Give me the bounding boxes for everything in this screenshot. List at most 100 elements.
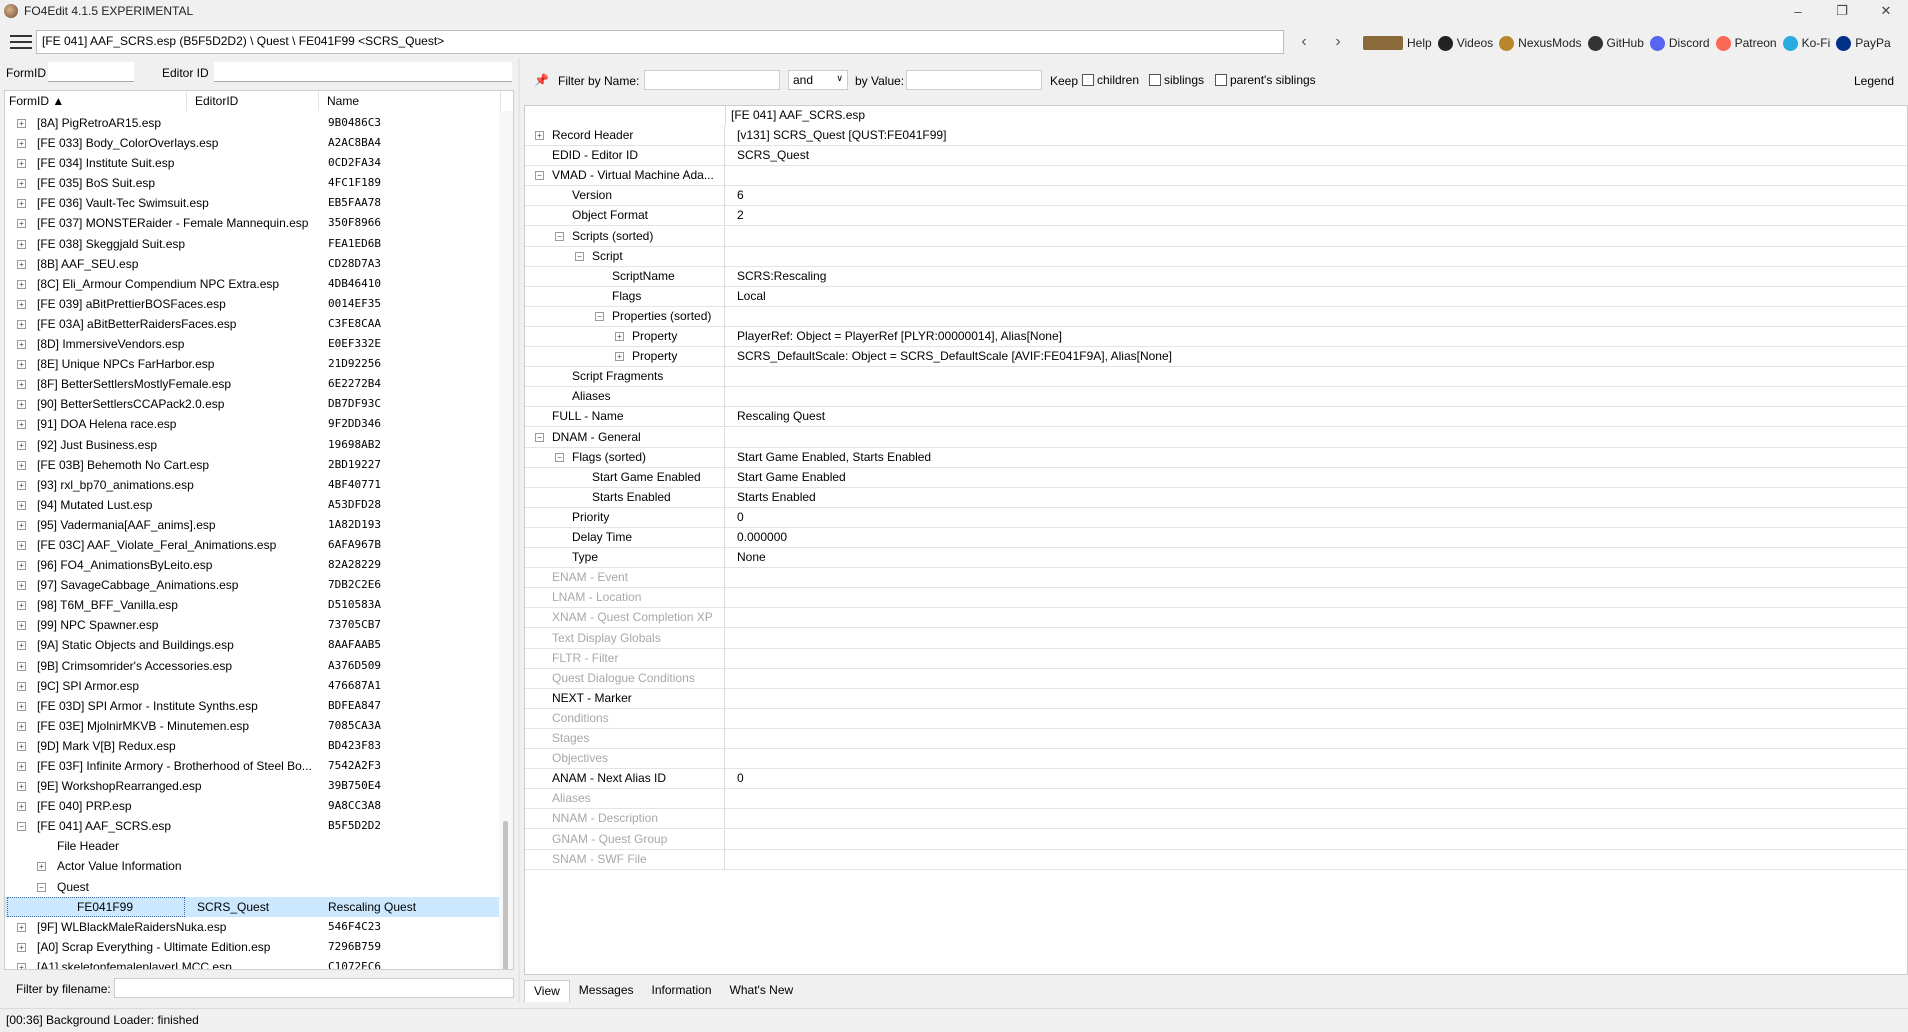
path-input[interactable]: [FE 041] AAF_SCRS.esp (B5F5D2D2) \ Quest… (36, 30, 1284, 54)
tree-row[interactable]: + [FE 03D] SPI Armor - Institute Synths.e… (5, 696, 501, 716)
github-link[interactable]: GitHub (1587, 35, 1644, 51)
expand-icon[interactable]: + (17, 641, 26, 651)
tree-row[interactable]: + [8B] AAF_SEU.esp CD28D7A3 (5, 254, 501, 274)
expand-icon[interactable]: + (17, 139, 26, 149)
record-row[interactable]: LNAM - Location (525, 588, 1907, 609)
tree-row[interactable]: + [9E] WorkshopRearranged.esp 39B750E4 (5, 776, 501, 796)
collapse-icon[interactable]: − (595, 311, 604, 321)
expand-icon[interactable]: + (17, 119, 26, 128)
record-row[interactable]: Aliases (525, 387, 1907, 408)
tree-row[interactable]: + [FE 03E] MjolnirMKVB - Minutemen.esp 708… (5, 716, 501, 736)
tree-row[interactable]: + [9C] SPI Armor.esp 476687A1 (5, 676, 501, 696)
record-row[interactable]: SNAM - SWF File (525, 849, 1907, 870)
restore-icon[interactable]: ❐ (1820, 0, 1864, 22)
expand-icon[interactable]: + (17, 340, 26, 350)
record-row[interactable]: Aliases (525, 789, 1907, 810)
tab-view[interactable]: View (524, 980, 570, 1002)
tree-row[interactable]: + [FE 040] PRP.esp 9A8CC3A8 (5, 796, 501, 816)
record-row[interactable]: − VMAD - Virtual Machine Ada... (525, 166, 1907, 187)
record-value[interactable]: Local (737, 287, 766, 306)
tree-row[interactable]: + [FE 037] MONSTERaider - Female Mannequi… (5, 213, 501, 233)
expand-icon[interactable]: + (615, 352, 624, 362)
record-value[interactable]: [v131] SCRS_Quest [QUST:FE041F99] (737, 126, 946, 145)
collapse-icon[interactable]: − (535, 171, 544, 181)
record-row[interactable]: FULL - Name Rescaling Quest (525, 407, 1907, 428)
expand-icon[interactable]: + (17, 199, 26, 209)
expand-icon[interactable]: + (17, 942, 26, 952)
record-row[interactable]: − Flags (sorted) Start Game Enabled, Start… (525, 447, 1907, 468)
tree-row[interactable]: + [95] Vadermania[AAF_anims].esp 1A82D193 (5, 515, 501, 535)
record-row[interactable]: Script Fragments (525, 367, 1907, 388)
expand-icon[interactable]: + (17, 762, 26, 771)
tree-row[interactable]: + [8F] BetterSettlersMostlyFemale.esp 6E22… (5, 374, 501, 394)
tree-row[interactable]: + [FE 03C] AAF_Violate_Feral_Animations.e… (5, 535, 501, 555)
tree-row[interactable]: + [FE 034] Institute Suit.esp 0CD2FA34 (5, 153, 501, 173)
record-value[interactable]: Starts Enabled (737, 488, 816, 507)
tree-row-selected[interactable]: FE041F99 SCRS_Quest Rescaling Quest (5, 896, 501, 917)
minimize-icon[interactable]: – (1776, 0, 1820, 22)
record-row[interactable]: Object Format 2 (525, 206, 1907, 227)
record-row[interactable]: Delay Time 0.000000 (525, 528, 1907, 548)
tree-row[interactable]: + [8D] ImmersiveVendors.esp E0EF332E (5, 334, 501, 354)
tree-row[interactable]: + [9A] Static Objects and Buildings.esp 8A… (5, 635, 501, 655)
record-value[interactable]: 0 (737, 508, 744, 527)
record-row[interactable]: Start Game Enabled Start Game Enabled (525, 467, 1907, 488)
record-row[interactable]: XNAM - Quest Completion XP (525, 608, 1907, 629)
expand-icon[interactable]: + (17, 239, 26, 249)
record-row[interactable]: + Property PlayerRef: Object = PlayerRef [… (525, 327, 1907, 347)
column-name[interactable]: Name (319, 91, 501, 111)
expand-icon[interactable]: + (17, 279, 26, 289)
tree-row[interactable]: + [8E] Unique NPCs FarHarbor.esp 21D92256 (5, 354, 501, 374)
tree-row[interactable]: + [FE 036] Vault-Tec Swimsuit.esp EB5FAA78 (5, 193, 501, 213)
expand-icon[interactable]: + (17, 259, 26, 269)
record-row[interactable]: ANAM - Next Alias ID 0 (525, 769, 1907, 790)
tab-information[interactable]: Information (642, 980, 721, 1002)
back-arrow-icon[interactable]: ‹ (1294, 33, 1314, 51)
tree-row[interactable]: + [FE 03A] aBitBetterRaidersFaces.esp C3FE… (5, 314, 501, 334)
expand-icon[interactable]: + (17, 500, 26, 510)
record-row[interactable]: ScriptName SCRS:Rescaling (525, 266, 1907, 287)
tree-row[interactable]: + [FE 039] aBitPrettierBOSFaces.esp 0014EF… (5, 294, 501, 314)
splitter[interactable] (518, 58, 520, 1002)
paypa-link[interactable]: PayPa (1836, 35, 1891, 51)
collapse-icon[interactable]: − (535, 432, 544, 442)
patreon-link[interactable]: Patreon (1715, 35, 1777, 51)
and-or-select[interactable]: and ∨ (788, 70, 848, 90)
record-value[interactable]: PlayerRef: Object = PlayerRef [PLYR:0000… (737, 327, 1062, 346)
expand-icon[interactable]: + (17, 420, 26, 430)
record-row[interactable]: Priority 0 (525, 507, 1907, 528)
parents-siblings-checkbox[interactable]: parent's siblings (1215, 73, 1316, 87)
tree-row[interactable]: + [90] BetterSettlersCCAPack2.0.esp DB7DF9… (5, 394, 501, 414)
children-checkbox[interactable]: children (1082, 73, 1139, 87)
record-value[interactable]: 0 (737, 769, 744, 788)
expand-icon[interactable]: + (17, 520, 26, 530)
record-row[interactable]: NEXT - Marker (525, 688, 1907, 709)
record-value[interactable]: Start Game Enabled (737, 468, 846, 487)
tree-row[interactable]: + [92] Just Business.esp 19698AB2 (5, 435, 501, 455)
discord-link[interactable]: Discord (1649, 35, 1710, 51)
close-icon[interactable]: ✕ (1864, 0, 1908, 22)
column-editorid[interactable]: EditorID (187, 91, 319, 111)
expand-icon[interactable]: + (17, 380, 26, 390)
record-value[interactable]: 6 (737, 186, 744, 205)
expand-icon[interactable]: + (17, 360, 26, 370)
tree-node-quest[interactable]: − Quest (5, 877, 501, 897)
tree-row[interactable]: + [A1] skeletonfemaleplayerLMCC.esp C1072E… (5, 957, 501, 969)
record-row[interactable]: Starts Enabled Starts Enabled (525, 487, 1907, 508)
expand-icon[interactable]: + (17, 601, 26, 611)
tree-row[interactable]: + [99] NPC Spawner.esp 73705CB7 (5, 615, 501, 635)
expand-icon[interactable]: + (17, 319, 26, 329)
expand-icon[interactable]: + (17, 480, 26, 490)
expand-icon[interactable]: + (17, 460, 26, 470)
expand-icon[interactable]: + (17, 581, 26, 591)
record-value[interactable]: Start Game Enabled, Starts Enabled (737, 448, 931, 467)
record-row[interactable]: FLTR - Filter (525, 648, 1907, 669)
expand-icon[interactable]: + (17, 782, 26, 792)
tree-row[interactable]: + [FE 035] BoS Suit.esp 4FC1F189 (5, 173, 501, 193)
record-row[interactable]: Text Display Globals (525, 628, 1907, 649)
tab-whatsnew[interactable]: What's New (720, 980, 803, 1002)
pin-icon[interactable]: 📌 (534, 73, 549, 87)
record-value[interactable]: SCRS:Rescaling (737, 267, 826, 286)
record-row[interactable]: Type None (525, 548, 1907, 569)
record-row[interactable]: + Record Header [v131] SCRS_Quest [QUST:FE… (525, 126, 1907, 146)
